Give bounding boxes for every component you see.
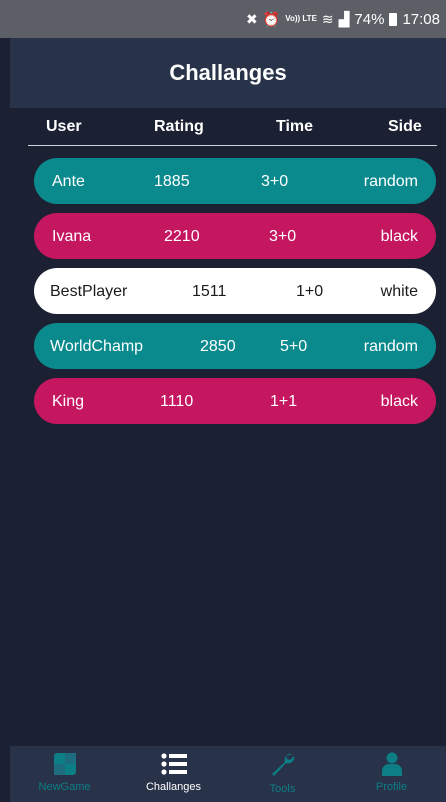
challenge-row[interactable]: BestPlayer 1511 1+0 white xyxy=(34,268,436,314)
column-header-time: Time xyxy=(276,118,314,135)
challenge-side: black xyxy=(380,393,418,410)
challenge-row[interactable]: Ivana 2210 3+0 black xyxy=(34,213,436,259)
challenge-user: King xyxy=(52,393,85,410)
list-icon xyxy=(160,752,187,776)
challenge-side: black xyxy=(380,228,418,245)
challenge-rating: 1885 xyxy=(154,173,190,190)
header-divider xyxy=(28,145,437,146)
nav-item-challanges[interactable]: Challanges xyxy=(119,746,228,802)
challenge-side: random xyxy=(363,173,418,190)
column-header-rating: Rating xyxy=(154,118,204,135)
signal-icon: ▟ xyxy=(338,10,350,27)
column-headers: User Rating Time Side xyxy=(10,108,446,144)
challenge-user: WorldChamp xyxy=(50,338,144,355)
nav-item-tools[interactable]: Tools xyxy=(228,746,337,802)
challenge-rating: 1110 xyxy=(160,393,194,410)
challenges-list-area: User Rating Time Side Ante 1885 3+0 rand… xyxy=(10,108,446,746)
challenge-user: BestPlayer xyxy=(50,283,128,300)
challenge-rating: 1511 xyxy=(192,283,227,300)
challenge-time: 1+0 xyxy=(296,283,324,300)
nav-item-profile[interactable]: Profile xyxy=(337,746,446,802)
challenge-side: random xyxy=(363,338,418,355)
challenge-time: 5+0 xyxy=(280,338,308,355)
nav-label: NewGame xyxy=(38,781,91,793)
challenge-rating: 2210 xyxy=(164,228,200,245)
challenge-user: Ivana xyxy=(52,228,92,245)
clock: 17:08 xyxy=(402,10,440,28)
challenge-row[interactable]: King 1110 1+1 black xyxy=(34,378,436,424)
board-icon xyxy=(53,752,77,776)
challenge-row[interactable]: WorldChamp 2850 5+0 random xyxy=(34,323,436,369)
challenge-user: Ante xyxy=(52,173,85,190)
alarm-icon: ⏰ xyxy=(262,10,281,27)
wifi-icon: ≋ xyxy=(321,10,334,27)
app-header: Challanges xyxy=(10,38,446,108)
column-header-side: Side xyxy=(388,118,422,135)
challenge-time: 3+0 xyxy=(269,228,297,245)
nav-item-newgame[interactable]: NewGame xyxy=(10,746,119,802)
challenge-time: 1+1 xyxy=(270,393,298,410)
mute-icon: ✖ xyxy=(246,10,258,27)
column-header-user: User xyxy=(46,118,82,135)
wrench-icon xyxy=(270,752,296,778)
nav-label: Profile xyxy=(375,781,408,793)
battery-icon xyxy=(389,12,398,26)
bottom-nav: NewGame Challanges Tools Profile xyxy=(10,746,446,802)
challenge-row[interactable]: Ante 1885 3+0 random xyxy=(34,158,436,204)
lte-icon: Vo)) LTE xyxy=(285,14,317,23)
challenge-rows: Ante 1885 3+0 random Ivana 2210 3+0 blac… xyxy=(34,158,436,433)
battery-percent: 74% xyxy=(354,10,385,28)
challenge-time: 3+0 xyxy=(261,173,289,190)
nav-label: Tools xyxy=(269,783,296,795)
nav-label: Challanges xyxy=(145,781,202,793)
challenge-rating: 2850 xyxy=(200,338,236,355)
person-icon xyxy=(381,752,403,776)
page-title: Challanges xyxy=(169,60,287,85)
challenge-side: white xyxy=(380,283,418,300)
status-bar: ✖ ⏰ Vo)) LTE ≋ ▟ 74% 17:08 xyxy=(0,0,446,38)
